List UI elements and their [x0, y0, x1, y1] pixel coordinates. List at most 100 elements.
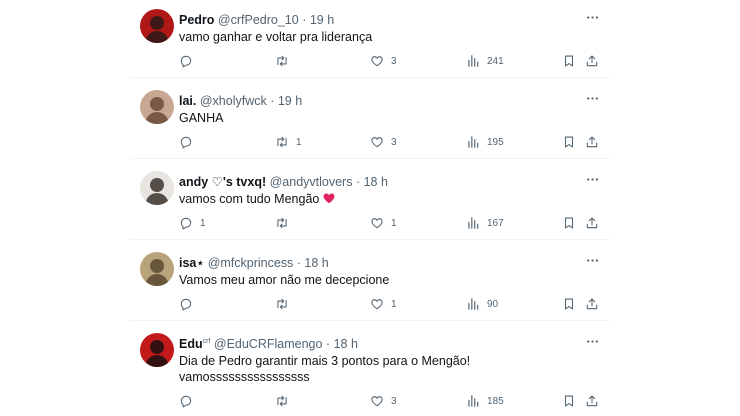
retweet-icon: [275, 394, 289, 408]
retweet-icon: [275, 297, 289, 311]
tweet-actions: 3 241: [179, 52, 603, 70]
user-handle[interactable]: @andyvtlovers: [270, 175, 353, 189]
bookmark-button[interactable]: [562, 392, 576, 410]
avatar[interactable]: [140, 171, 174, 205]
display-name[interactable]: isa⋆: [179, 256, 204, 270]
views-icon: [466, 135, 480, 149]
retweet-button[interactable]: [275, 52, 296, 70]
retweet-button[interactable]: [275, 392, 296, 410]
retweet-icon: [275, 216, 289, 230]
views-icon: [466, 297, 480, 311]
views-button[interactable]: 167: [466, 214, 504, 232]
like-count: 3: [391, 136, 397, 148]
views-button[interactable]: 185: [466, 392, 504, 410]
timestamp[interactable]: 18 h: [364, 175, 388, 189]
bookmark-icon: [562, 135, 576, 149]
timestamp[interactable]: 18 h: [334, 337, 358, 351]
bookmark-button[interactable]: [562, 295, 576, 313]
views-button[interactable]: 90: [466, 295, 498, 313]
views-icon: [466, 54, 480, 68]
bookmark-button[interactable]: [562, 214, 576, 232]
reply-icon: [179, 135, 193, 149]
share-button[interactable]: [585, 214, 599, 232]
share-button[interactable]: [585, 52, 599, 70]
reply-button[interactable]: [179, 133, 200, 151]
reply-button[interactable]: [179, 52, 200, 70]
heart-emoji-icon: [319, 192, 336, 206]
tweet-text: vamo ganhar e voltar pra liderança: [179, 29, 372, 45]
tweet-text: GANHA: [179, 110, 223, 126]
display-name[interactable]: Pedro: [179, 13, 214, 27]
timestamp[interactable]: 18 h: [304, 256, 328, 270]
bookmark-icon: [562, 297, 576, 311]
reply-button[interactable]: 1: [179, 214, 206, 232]
avatar[interactable]: [140, 333, 174, 367]
views-icon: [466, 216, 480, 230]
tweet-actions: 3 185: [179, 392, 603, 410]
avatar[interactable]: [140, 252, 174, 286]
retweet-button[interactable]: [275, 214, 296, 232]
view-count: 167: [487, 217, 504, 229]
views-button[interactable]: 195: [466, 133, 504, 151]
more-icon[interactable]: [583, 251, 601, 269]
display-name[interactable]: lai.: [179, 94, 196, 108]
like-icon: [370, 216, 384, 230]
share-button[interactable]: [585, 295, 599, 313]
view-count: 90: [487, 298, 499, 310]
bookmark-icon: [562, 394, 576, 408]
tweet-text: vamos com tudo Mengão: [179, 191, 336, 207]
tweet-divider: [130, 239, 610, 240]
avatar[interactable]: [140, 90, 174, 124]
user-handle[interactable]: @mfckprincess: [208, 256, 294, 270]
like-icon: [370, 297, 384, 311]
bookmark-button[interactable]: [562, 133, 576, 151]
tweet-header: Pedro @crfPedro_10 · 19 h: [179, 13, 335, 28]
reply-icon: [179, 297, 193, 311]
retweet-button[interactable]: [275, 295, 296, 313]
tweet-divider: [130, 158, 610, 159]
reply-count: 1: [200, 217, 206, 229]
timestamp[interactable]: 19 h: [310, 13, 334, 27]
like-button[interactable]: 3: [370, 392, 397, 410]
tweet-text-line: Dia de Pedro garantir mais 3 pontos para…: [179, 354, 471, 368]
bookmark-icon: [562, 216, 576, 230]
retweet-icon: [275, 54, 289, 68]
more-icon[interactable]: [583, 89, 601, 107]
share-icon: [585, 135, 599, 149]
tweet-divider: [130, 320, 610, 321]
timestamp[interactable]: 19 h: [278, 94, 302, 108]
retweet-count: 1: [296, 136, 302, 148]
like-button[interactable]: 1: [370, 214, 397, 232]
tweet-text-line: vamo ganhar e voltar pra liderança: [179, 30, 373, 44]
tweet-header: andy ♡'s tvxq! @andyvtlovers · 18 h: [179, 175, 388, 190]
share-button[interactable]: [585, 133, 599, 151]
like-button[interactable]: 1: [370, 295, 397, 313]
reply-button[interactable]: [179, 295, 200, 313]
like-icon: [370, 394, 384, 408]
share-icon: [585, 216, 599, 230]
views-button[interactable]: 241: [466, 52, 504, 70]
like-count: 3: [391, 395, 397, 407]
user-handle[interactable]: @xholyfwck: [200, 94, 267, 108]
display-name[interactable]: Edu: [179, 337, 203, 351]
share-icon: [585, 54, 599, 68]
more-icon[interactable]: [583, 332, 601, 350]
like-button[interactable]: 3: [370, 52, 397, 70]
more-icon[interactable]: [583, 170, 601, 188]
like-icon: [370, 135, 384, 149]
share-button[interactable]: [585, 392, 599, 410]
tweet-actions: 1 90: [179, 295, 603, 313]
share-icon: [585, 394, 599, 408]
retweet-button[interactable]: 1: [275, 133, 302, 151]
like-button[interactable]: 3: [370, 133, 397, 151]
view-count: 241: [487, 55, 504, 67]
reply-button[interactable]: [179, 392, 200, 410]
display-name[interactable]: andy ♡'s tvxq!: [179, 175, 266, 189]
user-handle[interactable]: @EduCRFlamengo: [214, 337, 323, 351]
tweet-header: isa⋆ @mfckprincess · 18 h: [179, 256, 329, 271]
avatar[interactable]: [140, 9, 174, 43]
like-count: 1: [391, 298, 397, 310]
bookmark-button[interactable]: [562, 52, 576, 70]
user-handle[interactable]: @crfPedro_10: [218, 13, 299, 27]
more-icon[interactable]: [583, 8, 601, 26]
